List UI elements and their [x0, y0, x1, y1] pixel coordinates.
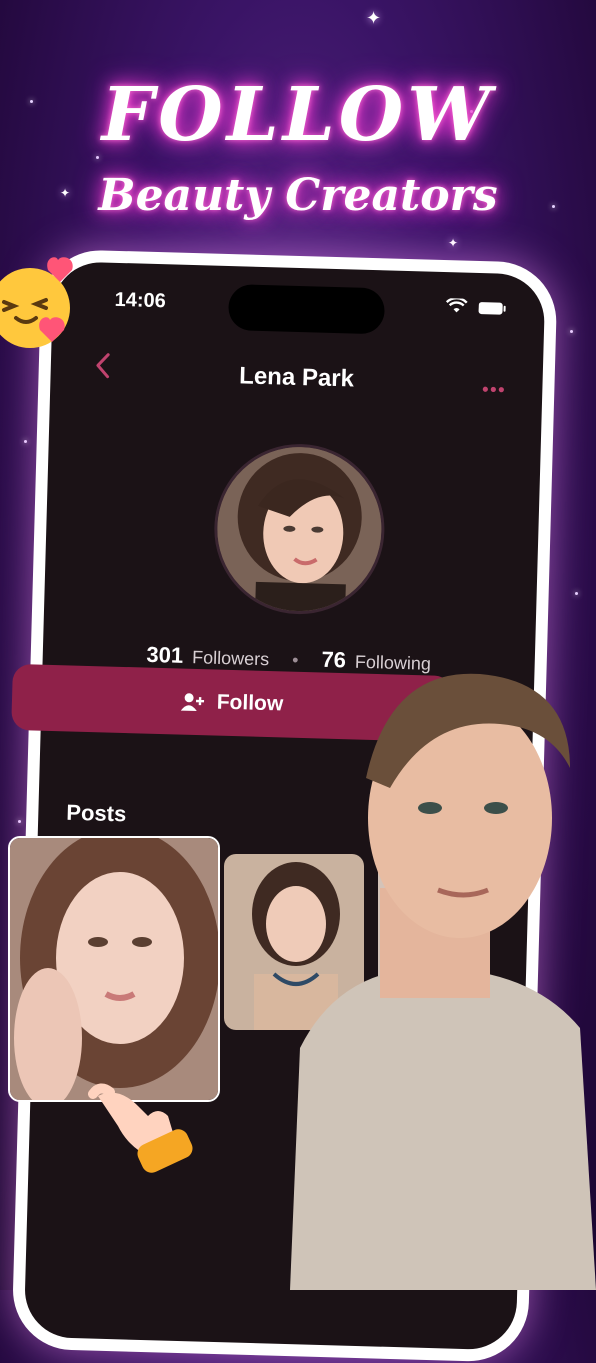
promo-headline: FOLLOW — [101, 72, 495, 158]
post-thumbnail[interactable] — [8, 836, 220, 1102]
male-creator-photo — [280, 668, 596, 1290]
star — [570, 330, 573, 333]
sparkle-icon: ✦ — [366, 8, 382, 28]
followers-count: 301 — [146, 641, 184, 668]
more-options-button[interactable] — [482, 373, 505, 400]
follow-button-label: Follow — [216, 690, 284, 716]
star — [18, 820, 21, 823]
status-icons — [445, 296, 507, 321]
add-user-icon — [180, 693, 204, 712]
posts-heading: Posts — [66, 799, 127, 827]
pointing-hand-emoji-icon — [88, 1076, 198, 1176]
wifi-icon — [445, 296, 468, 313]
profile-avatar — [212, 441, 387, 617]
promo-subheadline: Beauty Creators — [98, 170, 498, 221]
followers-label: Followers — [191, 647, 270, 670]
avatar-image — [215, 444, 384, 617]
sparkle-icon: ✦ — [448, 236, 459, 250]
status-time: 14:06 — [114, 288, 167, 313]
more-dots-icon — [482, 386, 504, 393]
dynamic-island — [227, 284, 386, 335]
battery-icon — [478, 302, 506, 315]
smiling-hearts-emoji-icon — [0, 256, 82, 352]
profile-name: Lena Park — [238, 362, 355, 393]
star — [24, 440, 27, 443]
followers-stat[interactable]: 301 Followers — [146, 642, 270, 670]
star — [575, 592, 578, 595]
